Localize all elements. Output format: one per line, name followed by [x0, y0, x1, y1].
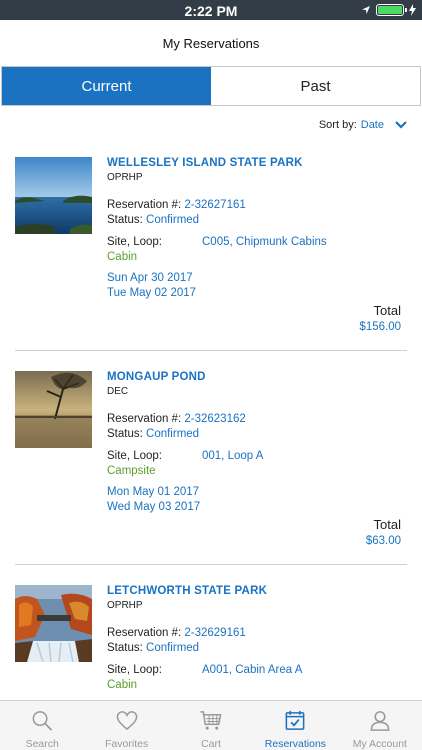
status-row: Status: Confirmed	[107, 214, 407, 229]
status-row: Status: Confirmed	[107, 642, 407, 657]
reservation-number: 2-32629161	[184, 627, 246, 639]
charging-icon	[409, 4, 416, 16]
site-row: Site, Loop: A001, Cabin Area A	[107, 664, 407, 679]
start-date: Sun Apr 30 2017	[107, 272, 193, 284]
site-label: Site, Loop:	[107, 664, 162, 676]
chevron-down-icon	[395, 121, 407, 129]
park-photo	[15, 585, 92, 662]
total-amount: $156.00	[359, 321, 401, 333]
total-label: Total	[373, 303, 401, 318]
site-label: Site, Loop:	[107, 450, 162, 462]
site-value: A001, Cabin Area A	[202, 664, 303, 676]
agency: OPRHP	[107, 600, 143, 611]
park-name[interactable]: LETCHWORTH STATE PARK	[107, 585, 407, 597]
end-date: Tue May 02 2017	[107, 287, 197, 299]
status-label: Status:	[107, 428, 143, 440]
status-bar: 2:22 PM	[0, 0, 422, 20]
end-date: Wed May 03 2017	[107, 501, 201, 513]
tab-reservations[interactable]: Reservations	[253, 701, 337, 750]
battery-icon	[376, 4, 407, 16]
tab-label: Search	[25, 738, 59, 750]
sort-label: Sort by:	[318, 119, 357, 131]
tab-cart[interactable]: Cart	[169, 701, 253, 750]
site-type: Cabin	[107, 679, 138, 691]
tab-past[interactable]: Past	[211, 67, 420, 105]
reservation-number-row: Reservation #: 2-32627161	[107, 199, 407, 214]
calendar-check-icon	[286, 710, 305, 730]
search-icon	[32, 711, 53, 731]
reservation-number-row: Reservation #: 2-32623162	[107, 413, 407, 428]
total-label: Total	[373, 517, 401, 532]
park-name[interactable]: MONGAUP POND	[107, 371, 407, 383]
status-value: Confirmed	[146, 428, 200, 440]
page-title: My Reservations	[162, 36, 260, 51]
reservation-number-label: Reservation #:	[107, 413, 182, 425]
status-value: Confirmed	[146, 642, 200, 654]
divider	[15, 350, 407, 351]
tab-my-account[interactable]: My Account	[338, 701, 422, 750]
site-value: 001, Loop A	[202, 450, 264, 462]
status-label: Status:	[107, 214, 143, 226]
tab-label: Cart	[201, 738, 221, 750]
divider	[15, 564, 407, 565]
tab-label: My Account	[352, 738, 407, 750]
park-name[interactable]: WELLESLEY ISLAND STATE PARK	[107, 157, 407, 169]
reservation-number-label: Reservation #:	[107, 199, 182, 211]
park-photo	[15, 371, 92, 448]
agency: DEC	[107, 386, 129, 397]
status-row: Status: Confirmed	[107, 428, 407, 443]
park-photo	[15, 157, 92, 234]
reservation-number-row: Reservation #: 2-32629161	[107, 627, 407, 642]
reservation-card[interactable]: WELLESLEY ISLAND STATE PARK OPRHP Reserv…	[15, 157, 407, 347]
site-row: Site, Loop: C005, Chipmunk Cabins	[107, 236, 407, 251]
reservation-segment-control: Current Past	[1, 66, 421, 106]
site-label: Site, Loop:	[107, 236, 162, 248]
reservation-number: 2-32623162	[184, 413, 246, 425]
status-value: Confirmed	[146, 214, 200, 226]
cart-icon	[200, 711, 222, 730]
site-value: C005, Chipmunk Cabins	[202, 236, 327, 248]
tab-label: Favorites	[105, 738, 149, 750]
start-date: Mon May 01 2017	[107, 486, 200, 498]
tab-favorites[interactable]: Favorites	[84, 701, 168, 750]
status-label: Status:	[107, 642, 143, 654]
person-icon	[370, 711, 390, 731]
tab-current[interactable]: Current	[2, 67, 211, 105]
tab-label: Reservations	[264, 738, 327, 750]
status-time: 2:22 PM	[184, 3, 238, 19]
site-row: Site, Loop: 001, Loop A	[107, 450, 407, 465]
reservation-card[interactable]: LETCHWORTH STATE PARK OPRHP Reservation …	[15, 585, 407, 697]
agency: OPRHP	[107, 172, 143, 183]
total-block: Total $156.00	[359, 303, 401, 333]
location-arrow-icon	[362, 6, 370, 14]
site-type: Campsite	[107, 465, 156, 477]
site-type: Cabin	[107, 251, 138, 263]
heart-icon	[116, 711, 137, 731]
total-block: Total $63.00	[366, 517, 401, 547]
sort-value: Date	[360, 119, 384, 131]
status-icons	[361, 3, 416, 17]
reservation-card[interactable]: MONGAUP POND DEC Reservation #: 2-326231…	[15, 371, 407, 561]
tab-search[interactable]: Search	[0, 701, 84, 750]
reservation-number: 2-32627161	[184, 199, 246, 211]
reservation-number-label: Reservation #:	[107, 627, 182, 639]
tab-bar: Search Favorites Cart Reservations My Ac…	[0, 700, 422, 750]
total-amount: $63.00	[365, 535, 401, 547]
sort-control[interactable]: Sort by: Date	[319, 119, 408, 131]
